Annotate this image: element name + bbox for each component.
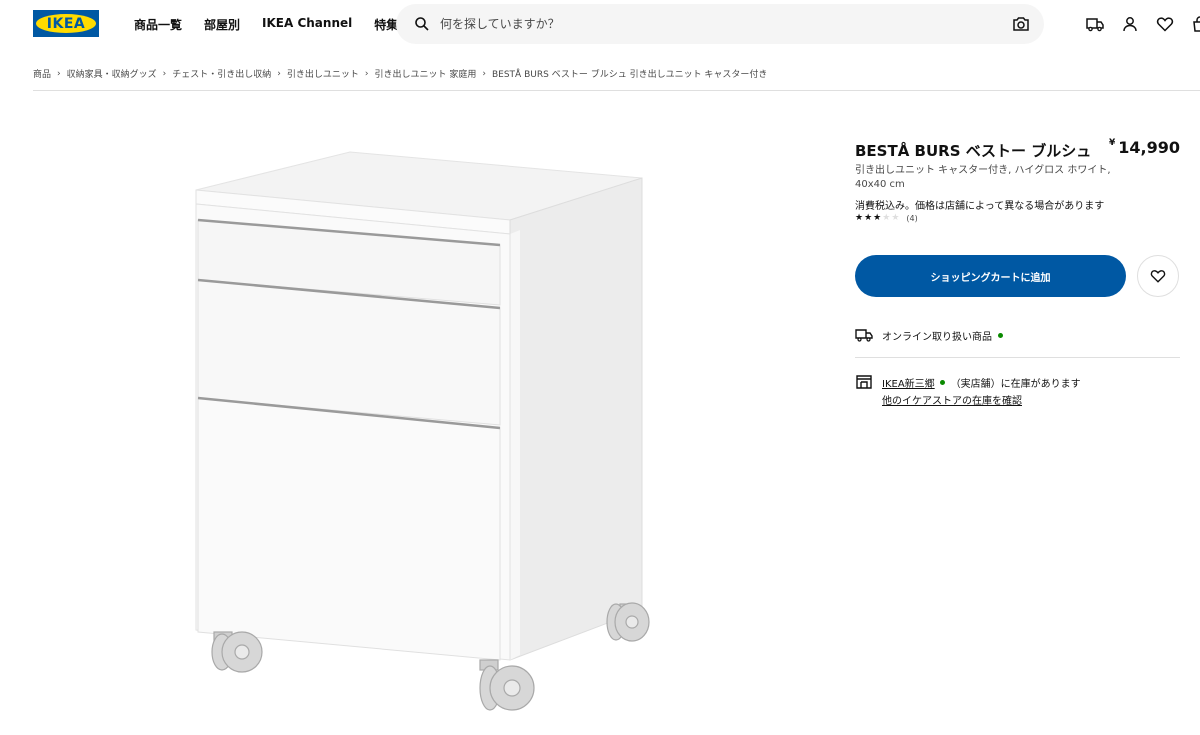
breadcrumb-item[interactable]: 引き出しユニット xyxy=(287,67,359,80)
review-count[interactable]: (4) xyxy=(906,214,917,223)
heart-icon[interactable] xyxy=(1156,15,1174,33)
search-bar[interactable] xyxy=(396,4,1044,44)
nav-item-rooms[interactable]: 部屋別 xyxy=(204,16,240,33)
nav-item-features[interactable]: 特集 xyxy=(374,16,398,33)
star-empty-icon: ★ xyxy=(882,213,891,223)
online-availability: オンライン取り扱い商品 xyxy=(855,327,1003,343)
product-image[interactable] xyxy=(180,140,660,720)
chevron-right-icon: › xyxy=(364,68,369,79)
breadcrumb-item[interactable]: 引き出しユニット 家庭用 xyxy=(375,67,477,80)
header-divider xyxy=(33,90,1200,91)
site-header: IKEA 商品一覧 部屋別 IKEA Channel 特集 xyxy=(0,0,1200,50)
other-stores-link[interactable]: 他のイケアストアの在庫を確認 xyxy=(882,392,1022,407)
breadcrumb-item[interactable]: チェスト・引き出し収納 xyxy=(172,67,271,80)
camera-search-icon[interactable] xyxy=(1012,15,1030,33)
tax-note: 消費税込み。価格は店舗によって異なる場合があります xyxy=(855,201,1105,212)
product-price: ¥14,990 xyxy=(1109,138,1180,157)
add-to-cart-button[interactable]: ショッピングカートに追加 xyxy=(855,255,1126,297)
product-description: 引き出しユニット キャスター付き, ハイグロス ホワイト, 40x40 cm xyxy=(855,165,1111,190)
user-icon[interactable] xyxy=(1121,15,1139,33)
shopping-bag-icon[interactable] xyxy=(1191,15,1200,33)
nav-item-ikea-channel[interactable]: IKEA Channel xyxy=(262,16,352,33)
store-icon xyxy=(856,375,872,389)
breadcrumb: 商品 › 収納家具・収納グッズ › チェスト・引き出し収納 › 引き出しユニット… xyxy=(33,67,768,81)
breadcrumb-item[interactable]: 商品 xyxy=(33,67,51,80)
star-full-icon: ★ xyxy=(873,213,882,223)
heart-icon xyxy=(1150,270,1166,283)
chevron-right-icon: › xyxy=(57,68,61,79)
star-empty-icon: ★ xyxy=(891,213,900,223)
main-nav: 商品一覧 部屋別 IKEA Channel 特集 xyxy=(134,16,420,33)
ikea-logo[interactable]: IKEA xyxy=(33,10,99,37)
store-availability: IKEA新三郷 （実店舗）に在庫があります xyxy=(855,374,1081,390)
breadcrumb-current: BESTÅ BURS ベストー ブルシュ 引き出しユニット キャスター付き xyxy=(491,70,768,80)
star-full-icon: ★ xyxy=(855,213,864,223)
search-icon xyxy=(415,17,429,31)
online-label: オンライン取り扱い商品 xyxy=(882,331,992,343)
stock-dot xyxy=(939,379,945,385)
search-input[interactable] xyxy=(440,4,1000,44)
price-amount: 14,990 xyxy=(1118,138,1180,157)
favorite-button[interactable] xyxy=(1137,255,1179,297)
nav-item-products[interactable]: 商品一覧 xyxy=(134,16,182,33)
section-divider xyxy=(855,357,1180,358)
rating[interactable]: ★ ★ ★ ★ ★ (4) xyxy=(855,213,918,223)
availability-dot xyxy=(998,332,1003,338)
product-title: BESTÅ BURS ベストー ブルシュ xyxy=(855,142,1092,160)
store-name-link[interactable]: IKEA新三郷 xyxy=(882,375,935,390)
logo-text: IKEA xyxy=(36,14,96,33)
chevron-right-icon: › xyxy=(277,68,281,79)
currency-symbol: ¥ xyxy=(1108,138,1116,148)
delivery-truck-icon[interactable] xyxy=(1086,15,1104,33)
star-full-icon: ★ xyxy=(864,213,873,223)
breadcrumb-item[interactable]: 収納家具・収納グッズ xyxy=(67,67,157,80)
delivery-truck-icon xyxy=(855,329,873,342)
store-stock-status: （実店舗）に在庫があります xyxy=(950,378,1081,390)
chevron-right-icon: › xyxy=(162,68,167,79)
chevron-right-icon: › xyxy=(482,68,486,79)
